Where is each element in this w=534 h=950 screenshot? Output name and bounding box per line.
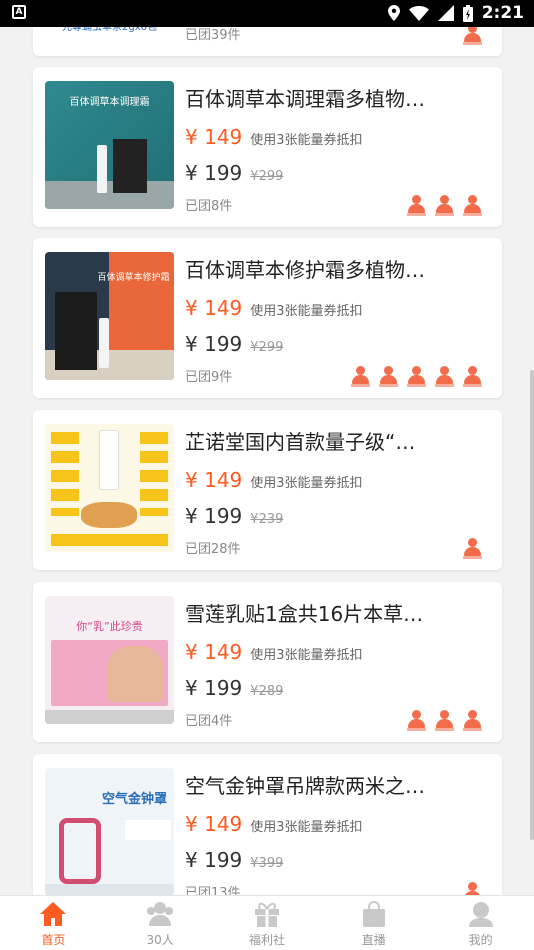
- product-image-caption: 你“乳”此珍贵: [76, 620, 143, 633]
- home-icon: [40, 902, 67, 926]
- original-price: ¥ 199: [185, 332, 243, 356]
- product-title[interactable]: 百体调草本修护霜多植物…: [185, 254, 485, 283]
- buyer-avatar-icon: [463, 710, 482, 732]
- buyer-avatar-icon: [379, 366, 398, 388]
- coupon-hint: 使用3张能量券抵扣: [250, 648, 363, 663]
- buyer-avatar-icon: [435, 195, 454, 217]
- buyer-avatar-icon: [463, 366, 482, 388]
- product-card[interactable]: 元尊蛹虫草茶2gx6包 已团39件: [33, 27, 502, 56]
- product-image: 你“乳”此珍贵: [45, 596, 174, 724]
- strikethrough-price: ¥399: [250, 856, 284, 871]
- group-icon: [147, 902, 174, 926]
- joined-count: 已团28件: [185, 542, 241, 557]
- product-image: 百体调草本修护霜: [45, 252, 174, 380]
- tab-home[interactable]: 首页: [0, 896, 107, 950]
- buyer-avatar-icon: [463, 882, 482, 895]
- coupon-hint: 使用3张能量券抵扣: [250, 133, 363, 148]
- buyer-avatar-icon: [407, 710, 426, 732]
- tab-live[interactable]: 直播: [320, 896, 427, 950]
- scrollbar[interactable]: [530, 370, 534, 840]
- bottom-tab-bar: 首页 30人 福利社 直播 我的: [0, 895, 534, 950]
- original-price: ¥ 199: [185, 504, 243, 528]
- battery-icon: [462, 4, 473, 22]
- location-icon: [387, 5, 400, 21]
- tab-label: 福利社: [248, 933, 285, 947]
- joined-count: 已团4件: [185, 714, 233, 729]
- joined-count: 已团8件: [185, 199, 233, 214]
- bag-icon: [362, 901, 385, 927]
- buyer-avatars: [463, 27, 482, 46]
- buyer-avatars: [407, 710, 482, 732]
- buyer-avatar-icon: [351, 366, 370, 388]
- strikethrough-price: ¥239: [250, 512, 284, 527]
- group-price: ¥ 149: [185, 640, 243, 664]
- product-card[interactable]: 百体调草本调理霜 百体调草本调理霜多植物… ¥ 149 使用3张能量券抵扣 ¥ …: [33, 67, 502, 227]
- buyer-avatar-icon: [435, 366, 454, 388]
- strikethrough-price: ¥289: [250, 684, 284, 699]
- buyer-avatars: [463, 538, 482, 560]
- product-image: [45, 424, 174, 552]
- joined-count: 已团39件: [185, 28, 241, 43]
- joined-count: 已团13件: [185, 886, 241, 895]
- product-image-caption: 元尊蛹虫草茶2gx6包: [45, 27, 174, 38]
- gift-icon: [254, 902, 279, 927]
- group-price: ¥ 149: [185, 125, 243, 149]
- group-price: ¥ 149: [185, 812, 243, 836]
- notification-icon: A: [12, 5, 26, 19]
- buyer-avatars: [407, 195, 482, 217]
- buyer-avatar-icon: [463, 195, 482, 217]
- product-image-caption: 空气金钟罩: [101, 792, 167, 807]
- buyer-avatars: [463, 882, 482, 895]
- strikethrough-price: ¥299: [250, 340, 284, 355]
- buyer-avatar-icon: [463, 27, 482, 46]
- buyer-avatar-icon: [435, 710, 454, 732]
- tab-label: 30人: [146, 933, 174, 947]
- original-price: ¥ 199: [185, 161, 243, 185]
- product-image: 百体调草本调理霜: [45, 81, 174, 209]
- signal-icon: [437, 5, 454, 21]
- status-bar: A 2:21: [0, 0, 534, 27]
- product-image-caption: 百体调草本调理霜: [69, 97, 150, 108]
- tab-label: 首页: [41, 933, 66, 947]
- product-title[interactable]: 空气金钟罩吊牌款两米之…: [185, 770, 485, 799]
- tab-profile[interactable]: 我的: [427, 896, 534, 950]
- joined-count: 已团9件: [185, 370, 233, 385]
- buyer-avatar-icon: [407, 366, 426, 388]
- strikethrough-price: ¥299: [250, 169, 284, 184]
- coupon-hint: 使用3张能量券抵扣: [250, 820, 363, 835]
- tab-welfare[interactable]: 福利社: [214, 896, 321, 950]
- buyer-avatars: [351, 366, 482, 388]
- product-image: 元尊蛹虫草茶2gx6包: [45, 27, 174, 38]
- group-price: ¥ 149: [185, 296, 243, 320]
- product-card[interactable]: 芷诺堂国内首款量子级“… ¥ 149 使用3张能量券抵扣 ¥ 199 ¥239 …: [33, 410, 502, 570]
- group-price: ¥ 149: [185, 468, 243, 492]
- coupon-hint: 使用3张能量券抵扣: [250, 304, 363, 319]
- tab-label: 直播: [361, 933, 386, 947]
- clock: 2:21: [481, 3, 524, 23]
- buyer-avatar-icon: [463, 538, 482, 560]
- product-card[interactable]: 空气金钟罩 空气金钟罩吊牌款两米之… ¥ 149 使用3张能量券抵扣 ¥ 199…: [33, 754, 502, 895]
- tab-group[interactable]: 30人: [107, 896, 214, 950]
- product-image: 空气金钟罩: [45, 768, 174, 895]
- product-image-caption: 百体调草本修护霜: [97, 273, 170, 283]
- buyer-avatar-icon: [407, 195, 426, 217]
- product-title[interactable]: 雪莲乳贴1盒共16片本草…: [185, 598, 485, 627]
- user-icon: [468, 902, 493, 927]
- wifi-icon: [408, 5, 429, 21]
- original-price: ¥ 199: [185, 848, 243, 872]
- tab-label: 我的: [468, 933, 493, 947]
- original-price: ¥ 199: [185, 676, 243, 700]
- product-title[interactable]: 芷诺堂国内首款量子级“…: [185, 426, 485, 455]
- product-feed[interactable]: 元尊蛹虫草茶2gx6包 已团39件 百体调草本调理霜 百体调草本调理霜多植物… …: [0, 27, 534, 895]
- coupon-hint: 使用3张能量券抵扣: [250, 476, 363, 491]
- product-card[interactable]: 你“乳”此珍贵 雪莲乳贴1盒共16片本草… ¥ 149 使用3张能量券抵扣 ¥ …: [33, 582, 502, 742]
- product-card[interactable]: 百体调草本修护霜 百体调草本修护霜多植物… ¥ 149 使用3张能量券抵扣 ¥ …: [33, 238, 502, 398]
- product-title[interactable]: 百体调草本调理霜多植物…: [185, 83, 485, 112]
